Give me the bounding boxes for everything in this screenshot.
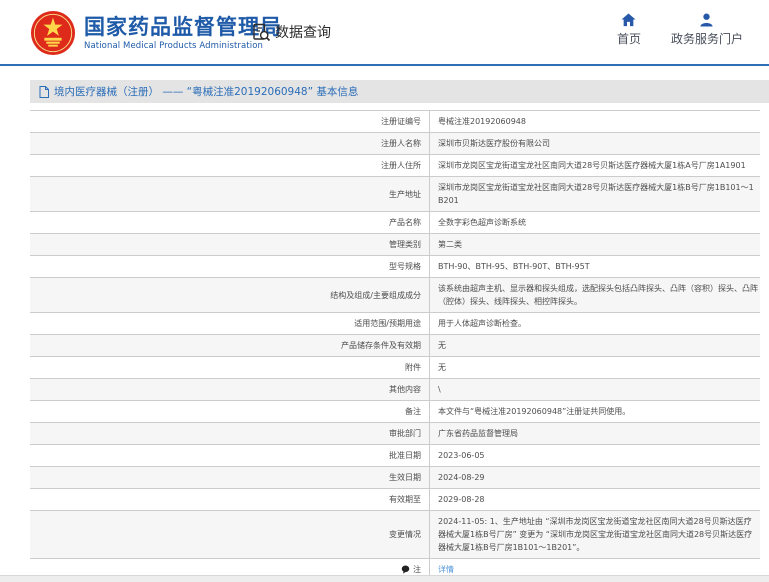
nav-portal-label: 政务服务门户 xyxy=(671,30,743,47)
table-row: 适用范围/预期用途 用于人体超声诊断检查。 xyxy=(30,313,760,335)
row-label: 适用范围/预期用途 xyxy=(30,313,430,334)
org-name-en: National Medical Products Administration xyxy=(84,41,282,51)
row-value: 该系统由超声主机、显示器和探头组成，选配探头包括凸阵探头、凸阵（容积）探头、凸阵… xyxy=(430,278,760,312)
user-icon xyxy=(699,13,714,27)
table-row: 产品名称 全数字彩色超声诊断系统 xyxy=(30,212,760,234)
table-row: 变更情况 2024-11-05: 1、生产地址由 “深圳市龙岗区宝龙街道宝龙社区… xyxy=(30,511,760,559)
table-row: 批准日期 2023-06-05 xyxy=(30,445,760,467)
row-value: 无 xyxy=(430,357,760,378)
home-icon xyxy=(621,13,636,27)
table-row: 结构及组成/主要组成成分 该系统由超声主机、显示器和探头组成，选配探头包括凸阵探… xyxy=(30,278,760,313)
breadcrumb: 境内医疗器械（注册） —— “粤械注准20192060948” 基本信息 xyxy=(30,80,769,103)
row-value: \ xyxy=(430,379,760,400)
table-row: 生产地址 深圳市龙岗区宝龙街道宝龙社区南同大道28号贝斯达医疗器械大厦1栋B号厂… xyxy=(30,177,760,212)
table-row: 型号规格 BTH-90、BTH-95、BTH-90T、BTH-95T xyxy=(30,256,760,278)
table-row: 有效期至 2029-08-28 xyxy=(30,489,760,511)
row-value: BTH-90、BTH-95、BTH-90T、BTH-95T xyxy=(430,256,760,277)
row-label: 生产地址 xyxy=(30,177,430,211)
table-row: 注册人住所 深圳市龙岗区宝龙街道宝龙社区南同大道28号贝斯达医疗器械大厦1栋A号… xyxy=(30,155,760,177)
row-label: 审批部门 xyxy=(30,423,430,444)
site-logo[interactable]: 国家药品监督管理局 National Medical Products Admi… xyxy=(30,10,282,56)
nav-data-query-label: 数据查询 xyxy=(275,22,331,42)
row-value: 2024-08-29 xyxy=(430,467,760,488)
row-value: 深圳市龙岗区宝龙街道宝龙社区南同大道28号贝斯达医疗器械大厦1栋B号厂房1B10… xyxy=(430,177,760,211)
row-value: 2024-11-05: 1、生产地址由 “深圳市龙岗区宝龙街道宝龙社区南同大道2… xyxy=(430,511,760,558)
row-value: 无 xyxy=(430,335,760,356)
table-row: 生效日期 2024-08-29 xyxy=(30,467,760,489)
row-label: 产品名称 xyxy=(30,212,430,233)
info-table: 注册证编号 粤械注准20192060948 注册人名称 深圳市贝斯达医疗股份有限… xyxy=(30,110,760,581)
data-query-icon xyxy=(252,23,271,42)
row-label: 注册人名称 xyxy=(30,133,430,154)
row-label: 变更情况 xyxy=(30,511,430,558)
row-label: 注册证编号 xyxy=(30,111,430,132)
row-value: 深圳市龙岗区宝龙街道宝龙社区南同大道28号贝斯达医疗器械大厦1栋A号厂房1A19… xyxy=(430,155,760,176)
table-row: 产品储存条件及有效期 无 xyxy=(30,335,760,357)
row-label: 结构及组成/主要组成成分 xyxy=(30,278,430,312)
table-row: 备注 本文件与“粤械注准20192060948”注册证共同使用。 xyxy=(30,401,760,423)
nav-data-query[interactable]: 数据查询 xyxy=(252,22,331,42)
table-row: 注册证编号 粤械注准20192060948 xyxy=(30,111,760,133)
row-label: 注册人住所 xyxy=(30,155,430,176)
row-value: 2023-06-05 xyxy=(430,445,760,466)
page: 国家药品监督管理局 National Medical Products Admi… xyxy=(0,0,769,582)
footer-strip xyxy=(0,575,769,582)
row-value: 深圳市贝斯达医疗股份有限公司 xyxy=(430,133,760,154)
note-icon xyxy=(401,565,410,574)
row-label: 批准日期 xyxy=(30,445,430,466)
row-label: 生效日期 xyxy=(30,467,430,488)
row-value: 第二类 xyxy=(430,234,760,255)
row-value: 2029-08-28 xyxy=(430,489,760,510)
row-label: 有效期至 xyxy=(30,489,430,510)
table-row: 其他内容 \ xyxy=(30,379,760,401)
row-value: 广东省药品监督管理局 xyxy=(430,423,760,444)
breadcrumb-text: 境内医疗器械（注册） —— “粤械注准20192060948” 基本信息 xyxy=(54,84,358,99)
header: 国家药品监督管理局 National Medical Products Admi… xyxy=(0,0,769,66)
detail-link[interactable]: 详情 xyxy=(438,565,454,574)
row-label: 型号规格 xyxy=(30,256,430,277)
row-value: 全数字彩色超声诊断系统 xyxy=(430,212,760,233)
row-value: 用于人体超声诊断检查。 xyxy=(430,313,760,334)
table-row: 管理类别 第二类 xyxy=(30,234,760,256)
nav-home[interactable]: 首页 xyxy=(617,13,641,47)
document-icon xyxy=(39,86,49,98)
row-label: 附件 xyxy=(30,357,430,378)
table-row: 审批部门 广东省药品监督管理局 xyxy=(30,423,760,445)
row-value: 粤械注准20192060948 xyxy=(430,111,760,132)
row-value: 本文件与“粤械注准20192060948”注册证共同使用。 xyxy=(430,401,760,422)
row-label: 其他内容 xyxy=(30,379,430,400)
row-label: 管理类别 xyxy=(30,234,430,255)
row-label: 产品储存条件及有效期 xyxy=(30,335,430,356)
nav-portal[interactable]: 政务服务门户 xyxy=(671,13,743,47)
national-emblem-icon xyxy=(30,10,76,56)
header-nav: 首页 政务服务门户 xyxy=(617,13,743,47)
nav-home-label: 首页 xyxy=(617,30,641,47)
table-row: 附件 无 xyxy=(30,357,760,379)
table-row: 注册人名称 深圳市贝斯达医疗股份有限公司 xyxy=(30,133,760,155)
row-label: 备注 xyxy=(30,401,430,422)
